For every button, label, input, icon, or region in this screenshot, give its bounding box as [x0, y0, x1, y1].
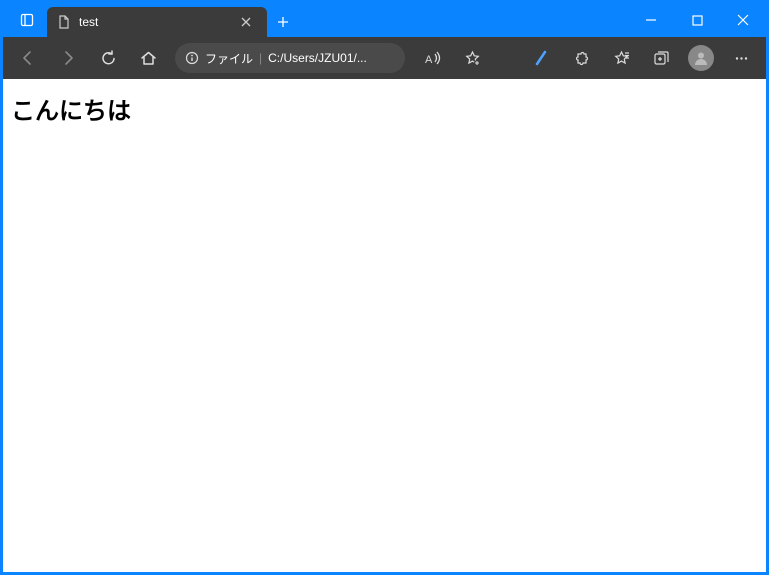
address-scheme: ファイル [205, 50, 253, 67]
extensions-button[interactable] [562, 41, 600, 75]
minimize-button[interactable] [628, 3, 674, 37]
tabstrip: test [3, 3, 299, 37]
more-button[interactable] [722, 41, 760, 75]
titlebar: test [3, 3, 766, 37]
close-icon [241, 17, 251, 27]
clarity-button[interactable] [522, 41, 560, 75]
read-aloud-button[interactable]: A [413, 41, 451, 75]
tab-actions-icon [20, 13, 34, 27]
toolbar: ファイル | C:/Users/JZU01/... A [3, 37, 766, 79]
address-divider: | [259, 51, 262, 65]
dots-icon [733, 50, 750, 67]
slash-icon [533, 50, 549, 66]
address-bar[interactable]: ファイル | C:/Users/JZU01/... [175, 43, 405, 73]
arrow-left-icon [19, 49, 37, 67]
maximize-button[interactable] [674, 3, 720, 37]
svg-text:A: A [425, 54, 433, 66]
close-icon [737, 14, 749, 26]
maximize-icon [692, 15, 703, 26]
info-icon [185, 51, 199, 65]
page-content: こんにちは [3, 79, 766, 572]
read-aloud-icon: A [424, 50, 441, 67]
extensions-icon [573, 50, 590, 67]
plus-icon [277, 16, 289, 28]
home-icon [140, 50, 157, 67]
avatar-icon [688, 45, 714, 71]
refresh-icon [100, 50, 117, 67]
tab-title: test [79, 15, 233, 29]
favorites-add-button[interactable] [453, 41, 491, 75]
arrow-right-icon [59, 49, 77, 67]
star-plus-icon [464, 50, 481, 67]
collections-icon [653, 50, 670, 67]
profile-button[interactable] [682, 41, 720, 75]
favorites-button[interactable] [602, 41, 640, 75]
new-tab-button[interactable] [267, 7, 299, 37]
browser-window: test [0, 0, 769, 575]
active-tab[interactable]: test [47, 7, 267, 37]
refresh-button[interactable] [89, 41, 127, 75]
collections-button[interactable] [642, 41, 680, 75]
window-controls [628, 3, 766, 37]
page-icon [57, 15, 71, 29]
forward-button[interactable] [49, 41, 87, 75]
tab-close-button[interactable] [241, 17, 257, 27]
tab-actions-button[interactable] [7, 3, 47, 37]
home-button[interactable] [129, 41, 167, 75]
close-window-button[interactable] [720, 3, 766, 37]
back-button[interactable] [9, 41, 47, 75]
star-list-icon [613, 50, 630, 67]
minimize-icon [645, 14, 657, 26]
page-heading: こんにちは [11, 91, 758, 126]
address-path: C:/Users/JZU01/... [268, 51, 395, 65]
